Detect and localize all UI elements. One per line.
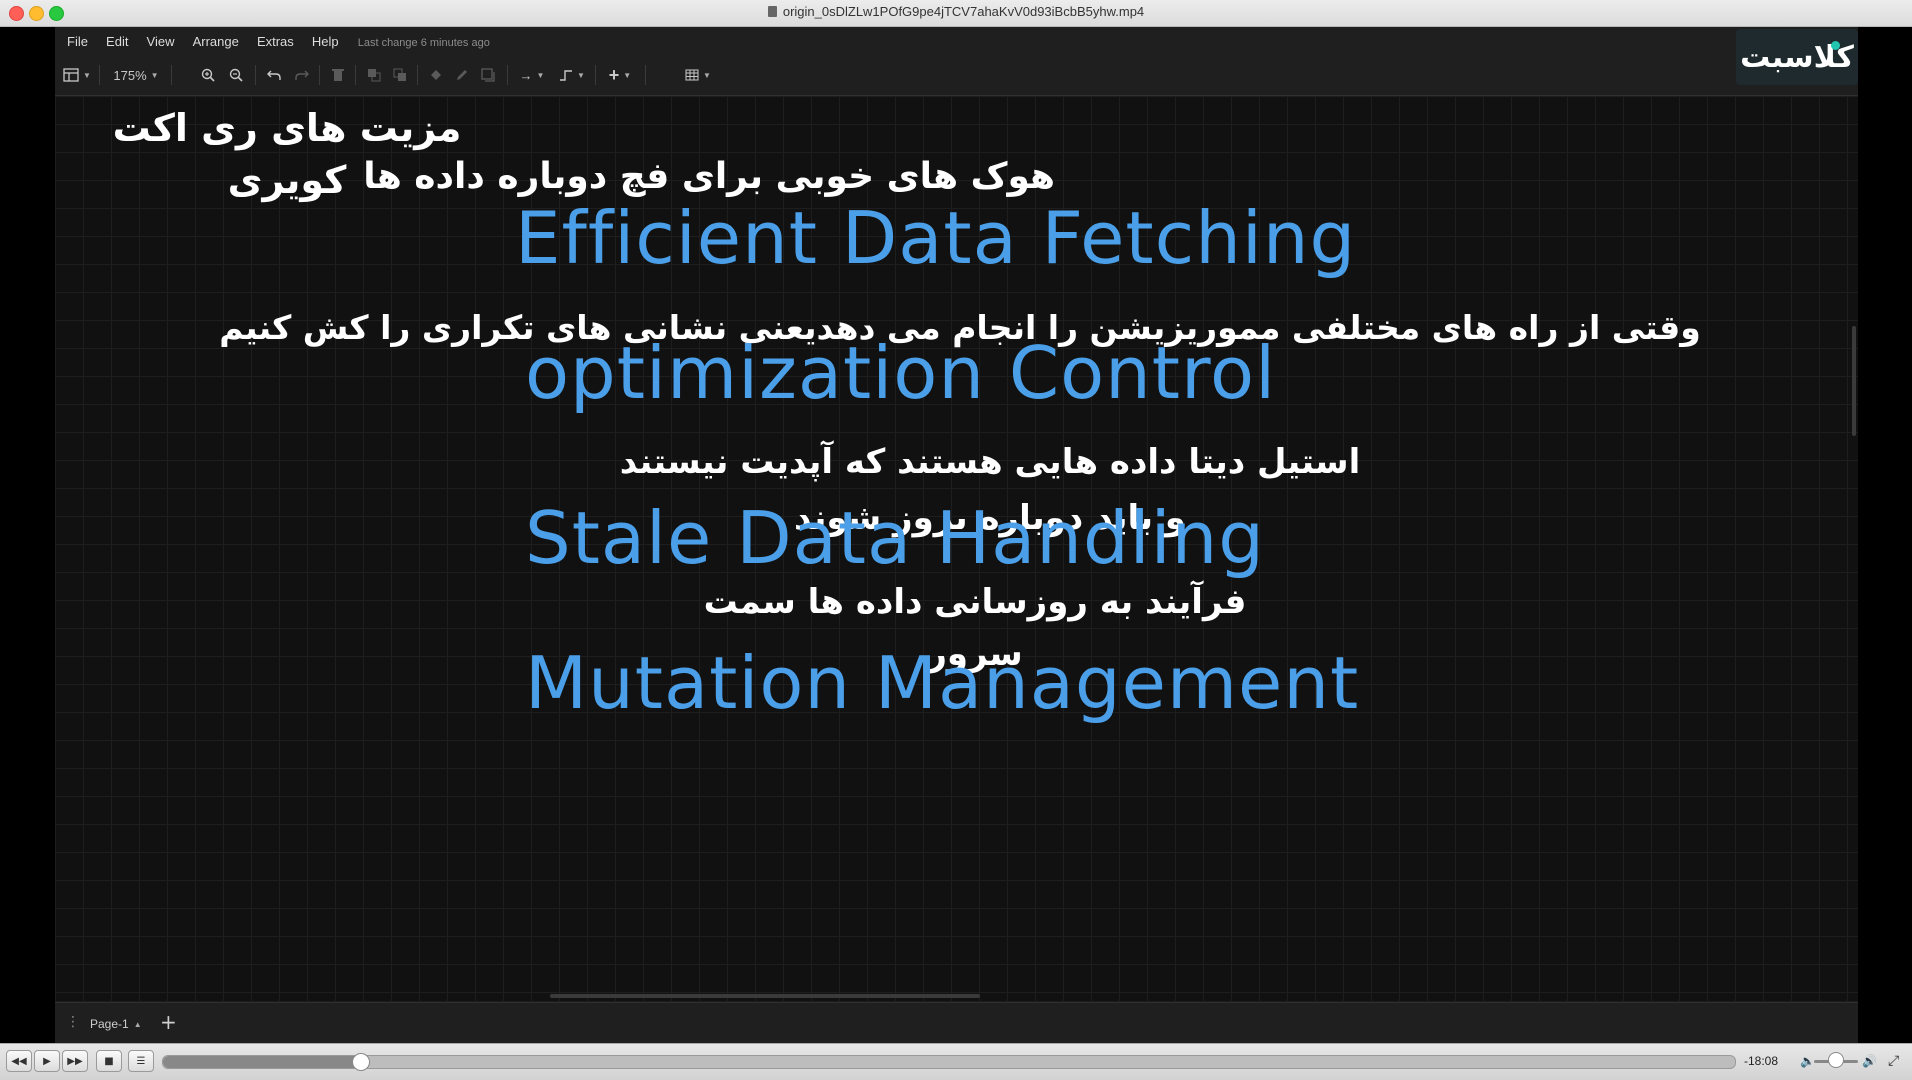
toolbar-divider <box>99 65 100 85</box>
last-change-status[interactable]: Last change 6 minutes ago <box>358 37 490 49</box>
timeline-knob[interactable] <box>351 1053 370 1071</box>
fullscreen-icon[interactable]: ⤢ <box>1888 1053 1899 1069</box>
pencil-icon <box>457 70 467 80</box>
chevron-up-icon: ▲ <box>133 1019 142 1029</box>
sidebar-layout-icon <box>63 68 79 82</box>
toolbar-divider <box>417 65 418 85</box>
en-heading-efficient-data-fetching[interactable]: Efficient Data Fetching <box>515 196 1356 280</box>
table-icon <box>685 69 699 81</box>
menu-arrange[interactable]: Arrange <box>193 34 239 49</box>
toolbar-divider <box>645 65 646 85</box>
canvas-title-line: مزیت های ری اکت <box>112 106 462 150</box>
trash-icon <box>332 69 344 81</box>
brand-logo-dot <box>1831 41 1840 50</box>
toolbar-divider <box>507 65 508 85</box>
play-button[interactable]: ▶ <box>34 1050 60 1072</box>
volume-knob[interactable] <box>1828 1052 1844 1068</box>
plus-icon: + <box>608 64 620 85</box>
panel-toggle-button[interactable]: ▼ <box>63 64 91 86</box>
fa-description-3-line: استیل دیتا داده هایی هستند که آپدیت نیست… <box>619 442 1361 482</box>
zoom-select[interactable]: 175% ▼ <box>107 64 165 86</box>
waypoint-style-button[interactable]: ▼ <box>555 64 589 86</box>
menu-help[interactable]: Help <box>312 34 339 49</box>
playlist-button[interactable]: ☰ <box>128 1050 154 1072</box>
to-back-button[interactable] <box>389 64 411 86</box>
diagram-canvas[interactable]: مزیت های ری اکت کویری هوک های خوبی برای … <box>55 96 1858 1001</box>
undo-icon <box>267 70 281 80</box>
zoom-value: 175% <box>113 67 147 83</box>
to-front-icon <box>368 69 381 82</box>
video-file-icon <box>767 6 777 17</box>
fast-forward-icon: ▶▶ <box>67 1055 83 1067</box>
en-heading-optimization-control[interactable]: optimization Control <box>525 331 1276 415</box>
window-title-text: origin_0sDlZLw1POfG9pe4jTCV7ahaKvV0d93iB… <box>782 4 1145 19</box>
undo-button[interactable] <box>263 64 285 86</box>
toolbar-divider <box>171 65 172 85</box>
page-bar: ⋮ Page-1 ▲ + <box>55 1002 1858 1044</box>
toolbar-divider <box>595 65 596 85</box>
zoom-out-icon <box>229 68 243 82</box>
paint-bucket-icon <box>431 70 441 80</box>
delete-button[interactable] <box>327 64 349 86</box>
waypoint-icon <box>560 70 573 81</box>
fill-color-button[interactable] <box>425 64 447 86</box>
menu-file[interactable]: File <box>67 34 88 49</box>
time-remaining: -18:08 <box>1744 1054 1779 1068</box>
shadow-icon <box>481 68 495 82</box>
to-back-icon <box>393 68 406 81</box>
table-button[interactable]: ▼ <box>681 64 715 86</box>
to-front-button[interactable] <box>363 64 385 86</box>
list-icon: ☰ <box>136 1055 146 1067</box>
en-heading-stale-data-handling[interactable]: Stale Data Handling <box>525 496 1265 580</box>
menu-extras[interactable]: Extras <box>257 34 294 49</box>
fa-description-4-line: فرآیند به روزسانی داده ها سمت <box>703 582 1247 622</box>
window-title: origin_0sDlZLw1POfG9pe4jTCV7ahaKvV0d93iB… <box>0 4 1912 19</box>
playback-timeline[interactable] <box>162 1053 1736 1071</box>
arrow-right-icon: → <box>519 67 533 83</box>
connection-style-button[interactable]: → ▼ <box>515 64 549 86</box>
zoom-out-button[interactable] <box>225 64 247 86</box>
zoom-in-icon <box>201 68 215 82</box>
drawio-app: File Edit View Arrange Extras Help Last … <box>55 27 1858 1044</box>
menu-view[interactable]: View <box>147 34 175 49</box>
line-color-button[interactable] <box>451 64 473 86</box>
redo-icon <box>295 70 309 80</box>
horizontal-scrollbar[interactable] <box>550 994 980 998</box>
toolbar-divider <box>355 65 356 85</box>
menu-edit[interactable]: Edit <box>106 34 128 49</box>
toolbar-divider <box>319 65 320 85</box>
rewind-icon: ◀◀ <box>11 1055 27 1067</box>
insert-button[interactable]: + ▼ <box>603 64 637 86</box>
play-icon: ▶ <box>43 1055 51 1067</box>
toolbar-divider <box>255 65 256 85</box>
shadow-button[interactable] <box>477 64 499 86</box>
zoom-in-button[interactable] <box>197 64 219 86</box>
page-tab[interactable]: Page-1 ▲ <box>80 1013 152 1035</box>
player-controls: ◀◀ ▶ ▶▶ ■ ☰ -18:08 🔈 🔊 ⤢ <box>0 1043 1912 1080</box>
redo-button[interactable] <box>291 64 313 86</box>
volume-low-icon[interactable]: 🔈 <box>1800 1054 1815 1068</box>
fa-description-1[interactable]: هوک های خوبی برای فچ دوباره داده ها <box>363 156 1055 197</box>
stop-button[interactable]: ■ <box>96 1050 122 1072</box>
pages-menu-icon[interactable]: ⋮ <box>66 1014 80 1030</box>
page-tab-label: Page-1 <box>90 1017 129 1031</box>
brand-logo: کلاسبت <box>1736 29 1858 85</box>
vertical-scrollbar[interactable] <box>1852 326 1856 436</box>
stop-icon: ■ <box>104 1055 114 1067</box>
window-title-bar: origin_0sDlZLw1POfG9pe4jTCV7ahaKvV0d93iB… <box>0 0 1912 27</box>
add-page-icon[interactable]: + <box>160 1010 177 1034</box>
rewind-button[interactable]: ◀◀ <box>6 1050 32 1072</box>
menu-bar: File Edit View Arrange Extras Help Last … <box>55 27 1858 55</box>
fast-forward-button[interactable]: ▶▶ <box>62 1050 88 1072</box>
en-heading-mutation-management[interactable]: Mutation Management <box>525 641 1359 725</box>
timeline-progress-fill <box>163 1056 360 1068</box>
toolbar: ▼ 175% ▼ → ▼ ▼ + ▼ ▼ <box>55 55 1858 96</box>
volume-high-icon[interactable]: 🔊 <box>1862 1054 1877 1068</box>
